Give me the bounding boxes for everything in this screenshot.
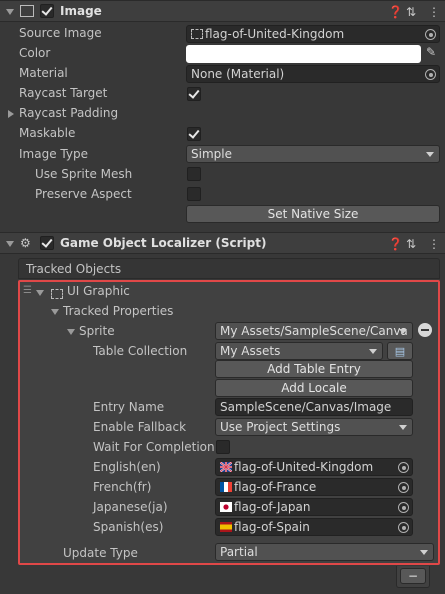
tracked-properties-label: Tracked Properties bbox=[63, 304, 174, 318]
open-table-window-button[interactable]: ▤ bbox=[387, 342, 413, 360]
update-type-value: Partial bbox=[220, 545, 258, 559]
dropdown-arrow-icon bbox=[426, 152, 434, 157]
drag-handle-icon[interactable]: ☰ bbox=[23, 285, 32, 296]
localizer-component-header[interactable]: ⚙ Game Object Localizer (Script) ❓ ⇅ ⋮ bbox=[0, 232, 445, 254]
script-icon: ⚙ bbox=[20, 236, 31, 250]
locale-sprite-value-fr: flag-of-France bbox=[234, 480, 317, 494]
context-menu-icon[interactable]: ⋮ bbox=[428, 237, 440, 251]
raycast-padding-chevron-icon[interactable] bbox=[8, 110, 14, 118]
remove-property-icon[interactable] bbox=[418, 323, 432, 337]
help-icon[interactable]: ❓ bbox=[388, 5, 403, 19]
material-value: None (Material) bbox=[191, 67, 285, 81]
locale-label-ja: Japanese(ja) bbox=[93, 500, 168, 514]
raycast-target-label: Raycast Target bbox=[19, 86, 108, 100]
remove-tracked-object-button[interactable]: − bbox=[400, 568, 426, 584]
locale-label-es: Spanish(es) bbox=[93, 520, 164, 534]
source-image-label: Source Image bbox=[19, 26, 102, 40]
locale-sprite-field-ja[interactable]: flag-of-Japan bbox=[215, 498, 413, 516]
set-native-size-button[interactable]: Set Native Size bbox=[186, 205, 440, 223]
update-type-dropdown[interactable]: Partial bbox=[215, 543, 434, 561]
enable-fallback-value: Use Project Settings bbox=[220, 420, 341, 434]
tracked-objects-label: Tracked Objects bbox=[26, 262, 122, 276]
use-sprite-mesh-label: Use Sprite Mesh bbox=[35, 167, 133, 181]
wait-for-completion-checkbox[interactable] bbox=[216, 440, 230, 454]
locale-sprite-field-es[interactable]: flag-of-Spain bbox=[215, 518, 413, 536]
japan-flag-icon bbox=[220, 502, 232, 512]
maskable-label: Maskable bbox=[19, 126, 76, 140]
preserve-aspect-checkbox[interactable] bbox=[187, 187, 201, 201]
locale-label-fr: French(fr) bbox=[93, 480, 152, 494]
tracked-objects-header: Tracked Objects bbox=[18, 258, 440, 279]
image-enabled-checkbox[interactable] bbox=[40, 4, 54, 18]
enable-fallback-dropdown[interactable]: Use Project Settings bbox=[215, 418, 413, 436]
dropdown-arrow-icon bbox=[399, 329, 407, 334]
locale-sprite-field-en[interactable]: flag-of-United-Kingdom bbox=[215, 458, 413, 476]
sprite-reference-value: My Assets/SampleScene/Canva bbox=[220, 324, 408, 338]
presets-icon[interactable]: ⇅ bbox=[406, 5, 416, 19]
raycast-target-checkbox[interactable] bbox=[187, 87, 201, 101]
object-picker-icon[interactable] bbox=[398, 502, 409, 513]
object-picker-icon[interactable] bbox=[398, 482, 409, 493]
help-icon[interactable]: ❓ bbox=[388, 237, 403, 251]
tracked-properties-chevron-icon[interactable] bbox=[51, 309, 59, 315]
localizer-component-title: Game Object Localizer (Script) bbox=[60, 236, 267, 250]
image-component-header[interactable]: Image ❓ ⇅ ⋮ bbox=[0, 0, 445, 22]
context-menu-icon[interactable]: ⋮ bbox=[428, 5, 440, 19]
wait-for-completion-label: Wait For Completion bbox=[93, 440, 215, 454]
locale-sprite-value-en: flag-of-United-Kingdom bbox=[234, 460, 374, 474]
enable-fallback-label: Enable Fallback bbox=[93, 420, 187, 434]
presets-icon[interactable]: ⇅ bbox=[406, 237, 416, 251]
raycast-padding-label[interactable]: Raycast Padding bbox=[19, 106, 118, 120]
update-type-label: Update Type bbox=[63, 546, 138, 560]
add-table-entry-button[interactable]: Add Table Entry bbox=[215, 360, 413, 378]
ui-graphic-chevron-icon[interactable] bbox=[36, 290, 44, 296]
object-picker-icon[interactable] bbox=[425, 29, 436, 40]
table-window-icon: ▤ bbox=[394, 345, 406, 358]
use-sprite-mesh-checkbox[interactable] bbox=[187, 167, 201, 181]
ui-graphic-icon bbox=[51, 289, 63, 299]
object-picker-icon[interactable] bbox=[398, 462, 409, 473]
spain-flag-icon bbox=[220, 522, 232, 532]
table-collection-value: My Assets bbox=[220, 344, 281, 358]
color-label: Color bbox=[19, 46, 51, 60]
table-collection-label: Table Collection bbox=[93, 344, 188, 358]
sprite-label: Sprite bbox=[79, 324, 115, 338]
uk-flag-icon bbox=[220, 462, 232, 472]
preserve-aspect-label: Preserve Aspect bbox=[35, 187, 132, 201]
material-field[interactable]: None (Material) bbox=[186, 65, 440, 83]
sprite-chevron-icon[interactable] bbox=[67, 329, 75, 335]
dropdown-arrow-icon bbox=[369, 349, 377, 354]
add-locale-button[interactable]: Add Locale bbox=[215, 379, 413, 397]
dropdown-arrow-icon bbox=[420, 550, 428, 555]
source-image-value: flag-of-United-Kingdom bbox=[205, 27, 345, 41]
image-component-title: Image bbox=[60, 4, 102, 18]
locale-sprite-value-es: flag-of-Spain bbox=[234, 520, 310, 534]
foldout-chevron-icon[interactable] bbox=[6, 241, 14, 247]
locale-label-en: English(en) bbox=[93, 460, 161, 474]
object-picker-icon[interactable] bbox=[398, 522, 409, 533]
sprite-icon bbox=[191, 29, 203, 39]
locale-sprite-value-ja: flag-of-Japan bbox=[234, 500, 311, 514]
table-collection-dropdown[interactable]: My Assets bbox=[215, 342, 383, 360]
eyedropper-icon[interactable]: ✎ bbox=[426, 45, 436, 59]
sprite-reference-dropdown[interactable]: My Assets/SampleScene/Canva bbox=[215, 322, 413, 340]
entry-name-label: Entry Name bbox=[93, 400, 165, 414]
locale-sprite-field-fr[interactable]: flag-of-France bbox=[215, 478, 413, 496]
localizer-enabled-checkbox[interactable] bbox=[40, 236, 54, 250]
object-picker-icon[interactable] bbox=[425, 69, 436, 80]
material-label: Material bbox=[19, 66, 68, 80]
image-type-value: Simple bbox=[191, 147, 232, 161]
foldout-chevron-icon[interactable] bbox=[6, 9, 14, 15]
image-type-dropdown[interactable]: Simple bbox=[186, 145, 440, 163]
dropdown-arrow-icon bbox=[399, 425, 407, 430]
image-component-icon bbox=[20, 5, 34, 17]
image-type-label: Image Type bbox=[19, 147, 88, 161]
ui-graphic-label: UI Graphic bbox=[67, 284, 130, 298]
entry-name-value: SampleScene/Canvas/Image bbox=[220, 400, 392, 414]
france-flag-icon bbox=[220, 482, 232, 492]
entry-name-field[interactable]: SampleScene/Canvas/Image bbox=[215, 398, 413, 416]
maskable-checkbox[interactable] bbox=[187, 127, 201, 141]
source-image-field[interactable]: flag-of-United-Kingdom bbox=[186, 25, 440, 43]
color-field[interactable] bbox=[186, 45, 421, 63]
